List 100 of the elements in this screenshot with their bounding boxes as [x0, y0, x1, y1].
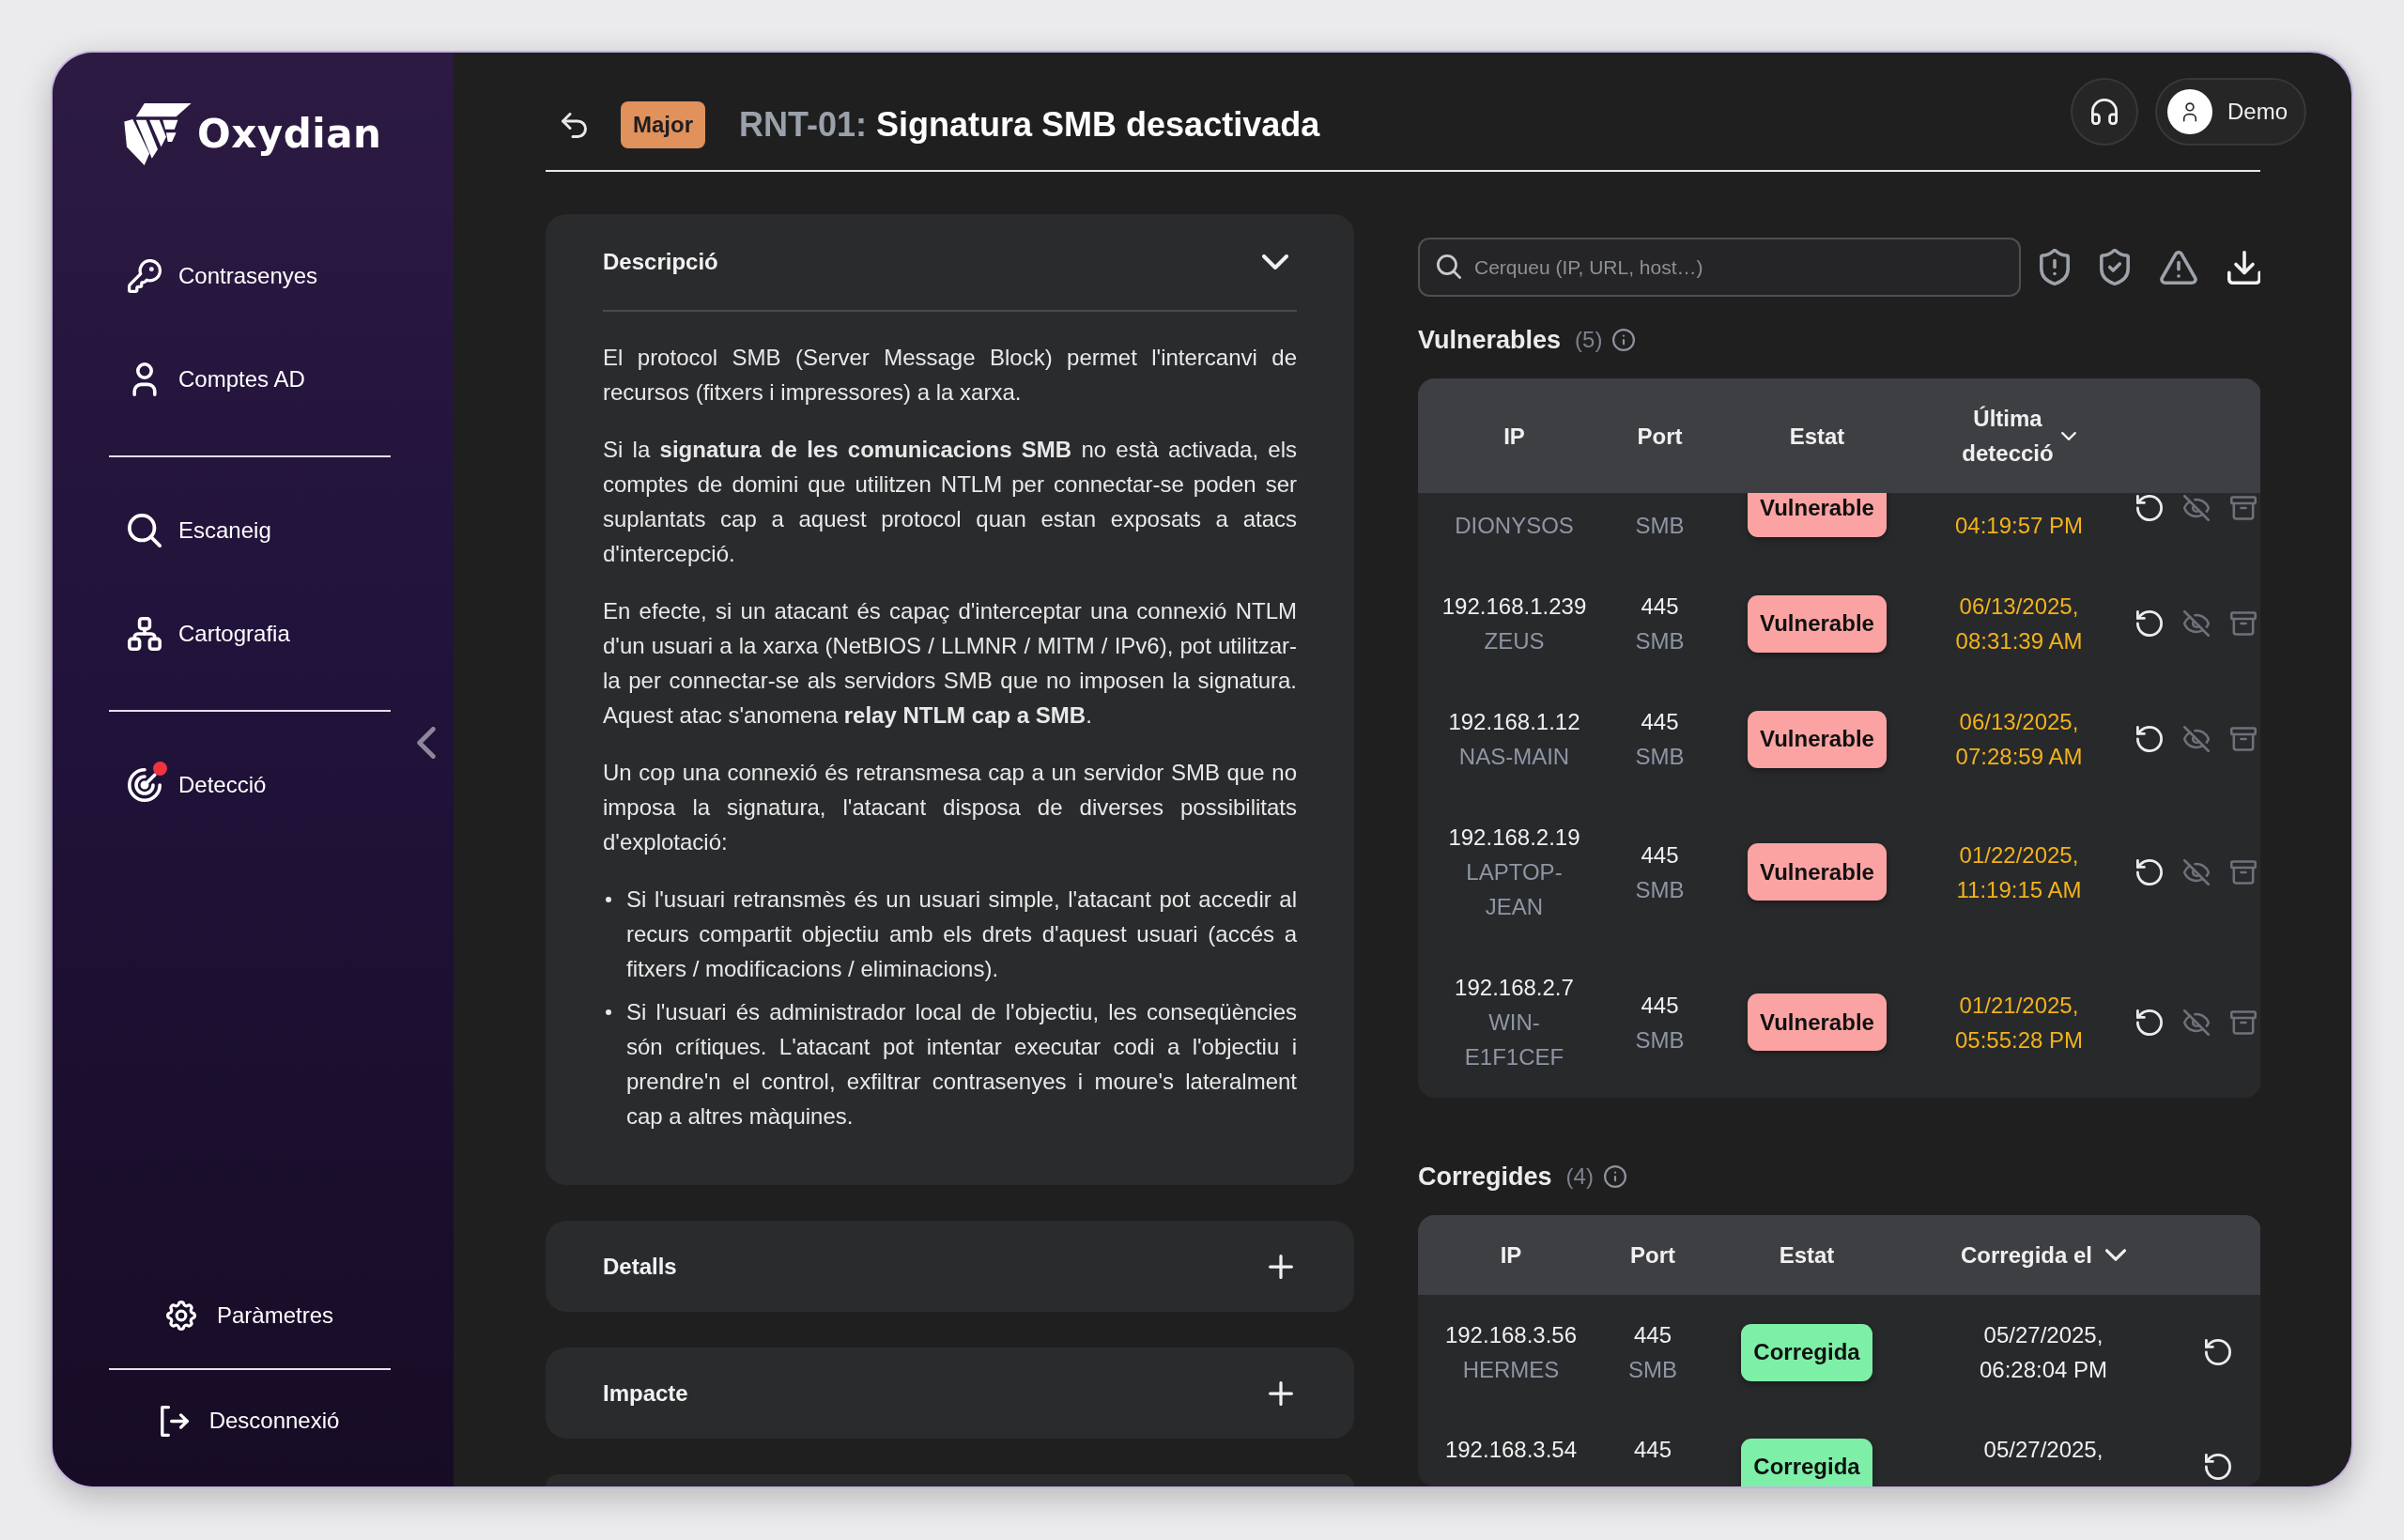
logo-text: Oxydian — [197, 109, 382, 159]
list-item-text: Si l'usuari és administrador local de l'objectiu, les conseqüències són crítiques. L'atacant pot intentar executar codi a l'objectiu i prendre'n el control, exfiltrar contrasenyes i moure's lateralment cap a altres màquines. — [626, 998, 1297, 1131]
port-text: 445 — [1641, 991, 1679, 1020]
section-title: Vulnerables — [1418, 325, 1562, 355]
search-field[interactable]: Cerqueu (IP, URL, host…) — [1418, 238, 2021, 297]
column-header: IP — [1502, 422, 1526, 451]
list-item-text: Si l'usuari retransmès és un usuari simple, l'atacant pot accedir al recurs compartit objectiu amb els drets d'aquest usuari (accés a fitxers / modificacions / eliminacions). — [626, 886, 1297, 983]
archive-icon[interactable] — [2230, 858, 2257, 886]
ip-text: 192.168.3.56 — [1444, 1321, 1578, 1349]
description-paragraph: El protocol SMB (Server Message Block) permet l'intercanvi de recursos (fitxers i impressores) a la xarxa. — [603, 344, 1297, 407]
time-text: 05:55:28 PM — [1954, 1025, 2084, 1055]
key-icon — [128, 259, 162, 293]
logout-icon — [160, 1405, 189, 1437]
ip-text: 192.168.2.19 — [1448, 824, 1580, 852]
status-badge: Vulnerable — [1748, 594, 1887, 653]
warning-icon[interactable] — [2160, 250, 2197, 285]
port-text: 445 — [1641, 840, 1679, 870]
status-badge: Corregida — [1741, 1438, 1872, 1486]
port-text: 445 — [1641, 593, 1679, 621]
eye-off-icon[interactable] — [2183, 610, 2210, 637]
shield-check-icon[interactable] — [2100, 249, 2130, 285]
status-badge: Vulnerable — [1748, 843, 1887, 901]
column-header: Estat — [1778, 1241, 1836, 1270]
back-icon[interactable] — [562, 112, 587, 138]
section-title: Corregides — [1418, 1162, 1552, 1192]
nav-item[interactable]: Contrasenyes — [128, 248, 318, 304]
radar-icon — [128, 768, 162, 802]
archive-icon[interactable] — [2230, 495, 2257, 521]
date-text: 01/22/2025, — [1959, 840, 2079, 870]
hostname-text: DIONYSOS — [1455, 512, 1574, 540]
download-icon[interactable] — [2227, 250, 2260, 285]
time-text: 06:28:04 PM — [1979, 1356, 2108, 1384]
eye-off-icon[interactable] — [2183, 858, 2210, 886]
restore-icon[interactable] — [2136, 1009, 2163, 1036]
protocol-text: SMB — [1635, 512, 1685, 540]
bullet-icon — [606, 897, 611, 902]
restore-icon[interactable] — [2205, 1339, 2231, 1365]
status-badge: Corregida — [1741, 1323, 1872, 1381]
protocol-text: SMB — [1635, 627, 1685, 655]
nav-item[interactable]: Detecció — [128, 757, 267, 813]
time-text: 08:31:39 AM — [1955, 627, 2083, 655]
date-text: 05/27/2025, — [1983, 1321, 2104, 1349]
column-header[interactable]: Última detecció — [1925, 401, 2113, 470]
ip-text: 192.168.3.54 — [1444, 1436, 1578, 1464]
restore-icon[interactable] — [2136, 726, 2163, 752]
restore-icon[interactable] — [2205, 1454, 2231, 1480]
hostname-text: ZEUS — [1484, 627, 1545, 655]
hostname-text: LAPTOP-JEAN — [1465, 858, 1564, 921]
sitemap-icon — [128, 617, 162, 651]
hostname-text: NAS-MAIN — [1458, 743, 1570, 771]
info-icon[interactable] — [1612, 329, 1636, 351]
nav-item[interactable]: Escaneig — [128, 502, 271, 559]
section-card[interactable]: Impacte — [546, 1348, 1354, 1439]
column-header: Estat — [1788, 422, 1846, 451]
date-text: 06/13/2025, — [1959, 593, 2079, 621]
user-menu-button[interactable]: Demo — [2154, 78, 2306, 146]
time-text: 07:28:59 AM — [1955, 743, 2083, 771]
date-text: 01/21/2025, — [1959, 991, 2079, 1020]
nav-item[interactable]: Cartografia — [128, 606, 290, 662]
hostname-text: HERMES — [1462, 1356, 1560, 1384]
port-text: 445 — [1633, 1321, 1672, 1349]
issue-code: RNT-01: — [739, 105, 868, 145]
column-header: Port — [1636, 422, 1684, 451]
archive-icon[interactable] — [2230, 1009, 2257, 1036]
description-paragraph: En efecte, si un atacant és capaç d'interceptar una connexió NTLM d'un usuari a la xarxa (NetBIOS / LLMNR / MITM / IPv6), pot utilitzar-la per connectar-se als servidors SMB que no imposen la signatura. Aquest atac s'anomena relay NTLM cap a SMB. — [603, 597, 1297, 730]
eye-off-icon[interactable] — [2183, 726, 2210, 752]
eye-off-icon[interactable] — [2183, 495, 2210, 521]
port-text: 445 — [1633, 1436, 1672, 1464]
column-header: Port — [1629, 1241, 1676, 1270]
issue-title: Signatura SMB desactivada — [876, 105, 1320, 145]
shield-alert-icon[interactable] — [2040, 249, 2070, 285]
protocol-text: SMB — [1635, 743, 1685, 771]
info-icon[interactable] — [1603, 1165, 1626, 1188]
date-text: 05/27/2025, — [1983, 1436, 2104, 1464]
archive-icon[interactable] — [2230, 726, 2257, 752]
date-text: 06/13/2025, — [1959, 708, 2079, 736]
headphones-icon — [2090, 99, 2118, 125]
section-toggle[interactable]: Descripció — [603, 214, 1297, 312]
status-badge: Vulnerable — [1748, 993, 1887, 1051]
eye-off-icon[interactable] — [2183, 1009, 2210, 1036]
restore-icon[interactable] — [2136, 610, 2163, 637]
restore-icon[interactable] — [2136, 495, 2163, 521]
search-icon — [128, 514, 162, 547]
section-card[interactable]: Detalls — [546, 1221, 1354, 1312]
logo-icon — [124, 102, 192, 165]
port-text: 445 — [1641, 708, 1679, 736]
time-text: 04:19:57 PM — [1954, 512, 2084, 540]
status-badge: Vulnerable — [1748, 710, 1887, 768]
restore-icon[interactable] — [2136, 858, 2163, 886]
nav-item[interactable]: Comptes AD — [128, 351, 305, 408]
hostname-text: WIN-E1F1CEF — [1463, 1009, 1565, 1071]
nav-item[interactable]: Paràmetres — [165, 1287, 333, 1344]
count-text: (4) — [1565, 1163, 1594, 1190]
chevron-left-icon[interactable] — [417, 727, 436, 759]
ip-text: 192.168.2.7 — [1455, 974, 1574, 1002]
nav-item[interactable]: Desconnexió — [160, 1393, 340, 1449]
description-paragraph: Un cop una connexió és retransmesa cap a un servidor SMB que no imposa la signatura, l'atacant disposa de diverses possibilitats d'explotació: — [603, 759, 1297, 856]
column-header: IP — [1499, 1241, 1523, 1270]
archive-icon[interactable] — [2230, 610, 2257, 637]
column-header[interactable]: Corregida el — [1912, 1238, 2175, 1272]
